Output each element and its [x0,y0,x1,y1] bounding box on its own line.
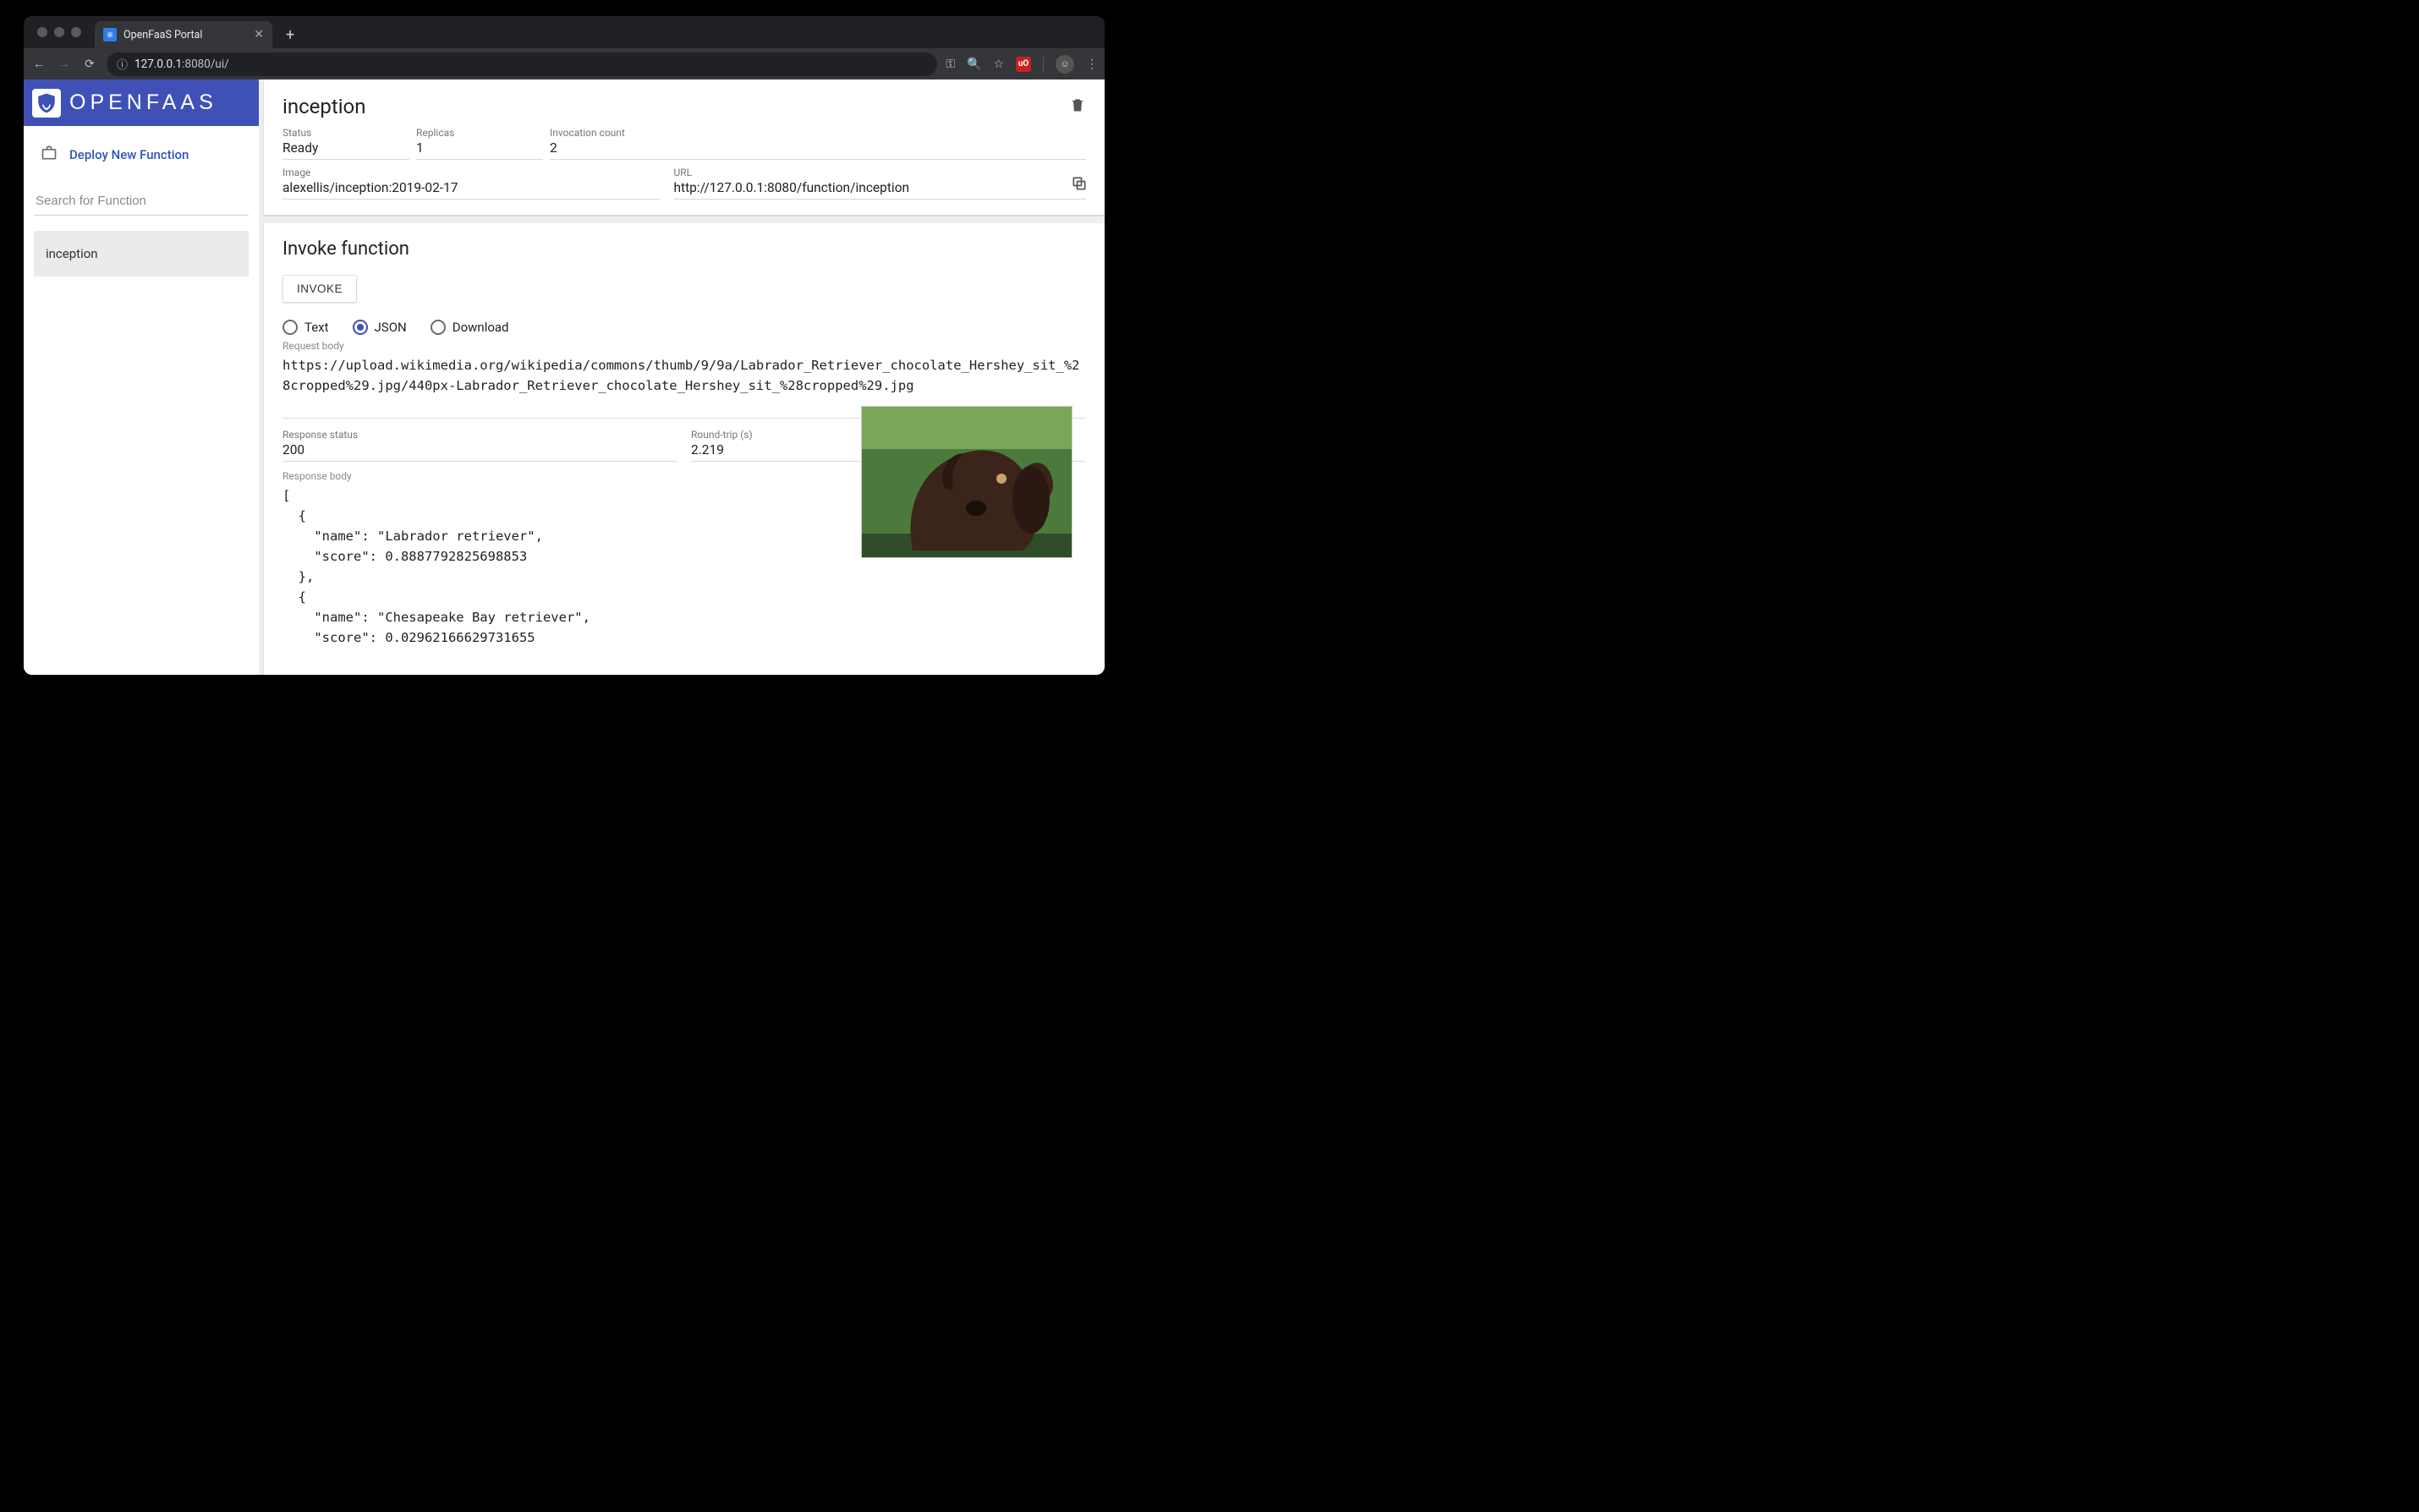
brand-bar: OPENFAAS [24,79,259,126]
openfaas-logo-icon [32,89,61,118]
radio-json-label: JSON [375,320,407,335]
function-list: inception [24,222,259,285]
invoke-heading: Invoke function [282,238,1086,260]
browser-toolbar: ← → ⟳ ⓘ 127.0.0.1:8080/ui/ ⚿ 🔍 ☆ uO ☺ ⋮ [24,48,1105,79]
replicas-label: Replicas [416,127,543,139]
separator [1043,57,1044,72]
response-status-label: Response status [282,429,677,441]
deploy-new-function-button[interactable]: Deploy New Function [24,126,259,184]
image-label: Image [282,167,661,178]
deploy-label: Deploy New Function [69,147,189,162]
radio-text-label: Text [304,320,329,335]
tab-title: OpenFaaS Portal [123,29,247,41]
tab-strip: ⎈ OpenFaaS Portal ✕ + [24,16,1105,48]
invoke-button[interactable]: INVOKE [282,275,357,303]
search-input[interactable] [34,187,249,216]
browser-tab[interactable]: ⎈ OpenFaaS Portal ✕ [95,21,272,48]
url-value: http://127.0.0.1:8080/function/inception [674,178,1087,195]
format-radio-group: Text JSON Download [282,320,1086,335]
sidebar: OPENFAAS Deploy New Function inception [24,79,259,675]
briefcase-icon [41,145,58,165]
function-item-label: inception [46,246,98,261]
radio-text[interactable]: Text [282,320,329,335]
forward-button[interactable]: → [56,57,73,71]
radio-icon [431,320,446,335]
function-item-inception[interactable]: inception [34,231,249,277]
status-value: Ready [282,139,409,156]
url-text: 127.0.0.1:8080/ui/ [134,58,229,71]
address-bar[interactable]: ⓘ 127.0.0.1:8080/ui/ [107,52,937,76]
brand-name: OPENFAAS [69,90,217,115]
close-window-icon[interactable] [37,27,47,37]
status-label: Status [282,127,409,139]
reload-button[interactable]: ⟳ [81,58,98,71]
copy-url-button[interactable] [1071,175,1088,195]
function-title: inception [282,95,365,118]
favicon-icon: ⎈ [103,28,117,41]
toolbar-right: ⚿ 🔍 ☆ uO ☺ ⋮ [946,55,1098,74]
new-tab-button[interactable]: + [279,26,301,44]
maximize-window-icon[interactable] [71,27,81,37]
minimize-window-icon[interactable] [54,27,64,37]
request-body-label: Request body [282,340,1086,352]
profile-avatar[interactable]: ☺ [1056,55,1074,74]
bookmark-star-icon[interactable]: ☆ [993,58,1004,71]
back-button[interactable]: ← [30,57,47,71]
search-row [24,184,259,222]
close-tab-icon[interactable]: ✕ [254,28,264,41]
url-host: 127.0.0.1 [134,58,182,71]
browser-window: ⎈ OpenFaaS Portal ✕ + ← → ⟳ ⓘ 127.0.0.1:… [24,16,1105,675]
url-label: URL [674,167,1087,178]
radio-icon [353,320,368,335]
image-value: alexellis/inception:2019-02-17 [282,178,661,195]
invocations-label: Invocation count [550,127,1086,139]
response-status-value: 200 [282,441,677,457]
radio-icon [282,320,298,335]
delete-function-button[interactable] [1069,96,1086,118]
function-details-card: inception Status Ready Replicas 1 [264,79,1105,215]
extension-ublock-icon[interactable]: uO [1016,57,1031,72]
radio-download-label: Download [453,320,509,335]
zoom-icon[interactable]: 🔍 [967,58,981,71]
main-content: inception Status Ready Replicas 1 [259,79,1105,675]
kebab-menu-icon[interactable]: ⋮ [1086,58,1098,71]
response-image-preview [861,406,1072,558]
invocations-value: 2 [550,139,1086,156]
invoke-card: Invoke function INVOKE Text JSON [264,223,1105,675]
password-key-icon[interactable]: ⚿ [946,58,955,71]
window-controls [37,27,81,37]
replicas-value: 1 [416,139,543,156]
radio-json[interactable]: JSON [353,320,407,335]
radio-download[interactable]: Download [431,320,509,335]
site-info-icon[interactable]: ⓘ [117,56,128,72]
app-viewport: OPENFAAS Deploy New Function inception [24,79,1105,675]
url-path: :8080/ui/ [182,58,228,71]
invoke-button-label: INVOKE [297,282,343,295]
